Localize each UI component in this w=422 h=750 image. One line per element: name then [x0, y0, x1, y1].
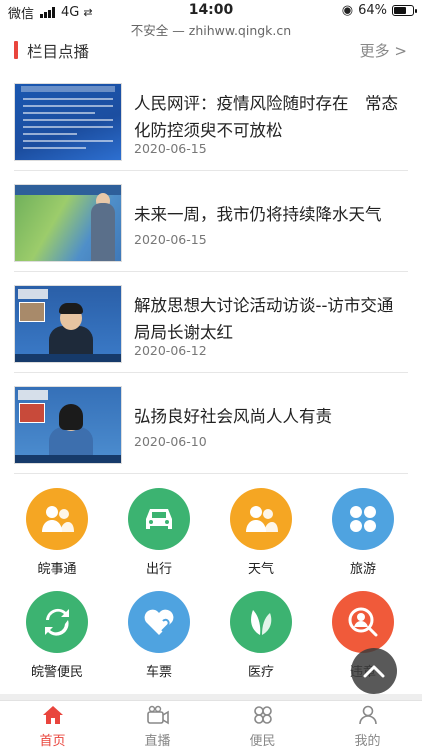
search-person-icon	[332, 591, 394, 653]
news-date: 2020-06-15	[134, 232, 207, 247]
people-icon	[26, 488, 88, 550]
url-bar[interactable]: 不安全 — zhihww.qingk.cn	[0, 20, 422, 40]
section-title: 栏目点播	[27, 43, 90, 61]
service-label: 出行	[145, 562, 172, 577]
news-thumbnail	[14, 285, 122, 363]
tab-label: 首页	[39, 734, 66, 749]
news-thumbnail	[14, 83, 122, 161]
clover-icon	[332, 488, 394, 550]
people-icon	[230, 488, 292, 550]
service-label: 天气	[247, 562, 274, 577]
status-right: ◉ 64%	[341, 3, 417, 18]
service-police[interactable]: 皖警便民	[7, 591, 107, 680]
user-icon	[358, 705, 377, 725]
news-item[interactable]: 弘扬良好社会风尚人人有责 2020-06-10	[14, 373, 408, 474]
tab-services[interactable]: 便民	[210, 705, 315, 749]
tab-home[interactable]: 首页	[0, 705, 105, 749]
news-date: 2020-06-10	[134, 434, 207, 449]
service-weather[interactable]: 天气	[211, 488, 311, 577]
refresh-icon	[26, 591, 88, 653]
video-icon	[146, 705, 169, 725]
security-label: 不安全	[130, 23, 169, 38]
news-item[interactable]: 未来一周，我市仍将持续降水天气 2020-06-15	[14, 171, 408, 272]
url-separator: —	[172, 23, 185, 38]
news-title: 人民网评：疫情风险随时存在 常态化防控须臾不可放松	[134, 94, 398, 140]
tab-bar: 首页 直播 便民 我的	[0, 700, 422, 750]
tab-live[interactable]: 直播	[105, 705, 210, 749]
home-icon	[42, 706, 63, 724]
news-item[interactable]: 人民网评：疫情风险随时存在 常态化防控须臾不可放松 2020-06-15	[14, 70, 408, 171]
news-title: 未来一周，我市仍将持续降水天气	[134, 205, 382, 224]
service-label: 医疗	[247, 665, 274, 680]
news-date: 2020-06-15	[134, 141, 207, 156]
service-medical[interactable]: 医疗	[211, 591, 311, 680]
news-thumbnail	[14, 386, 122, 464]
service-tourism[interactable]: 旅游	[313, 488, 413, 577]
service-wanshitong[interactable]: 皖事通	[7, 488, 107, 577]
leaf-icon	[230, 591, 292, 653]
service-label: 皖事通	[37, 562, 77, 577]
battery-icon	[392, 5, 417, 16]
news-date: 2020-06-12	[134, 343, 207, 358]
news-item[interactable]: 解放思想大讨论活动访谈--访市交通局局长谢太红 2020-06-12	[14, 272, 408, 373]
scroll-top-button[interactable]	[351, 648, 397, 694]
battery-percent: 64%	[358, 3, 387, 18]
tab-label: 直播	[144, 734, 171, 749]
status-bar: 微信 4G ⇄ 14:00 ◉ 64%	[0, 0, 422, 22]
tab-label: 我的	[354, 734, 381, 749]
news-title: 弘扬良好社会风尚人人有责	[134, 407, 332, 426]
url-domain: zhihww.qingk.cn	[188, 23, 292, 38]
service-tickets[interactable]: 车票	[109, 591, 209, 680]
news-title: 解放思想大讨论活动访谈--访市交通局局长谢太红	[134, 296, 394, 342]
tab-profile[interactable]: 我的	[315, 705, 420, 749]
orientation-lock-icon: ◉	[341, 3, 354, 18]
section-header: 栏目点播 更多 >	[0, 40, 422, 62]
service-travel[interactable]: 出行	[109, 488, 209, 577]
car-icon	[128, 488, 190, 550]
service-label: 皖警便民	[30, 665, 83, 680]
heart-icon	[128, 591, 190, 653]
tab-label: 便民	[249, 734, 276, 749]
grid-icon	[253, 706, 272, 724]
service-label: 车票	[145, 665, 172, 680]
service-label: 旅游	[349, 562, 376, 577]
news-thumbnail	[14, 184, 122, 262]
more-link[interactable]: 更多 >	[360, 40, 407, 61]
chevron-up-icon	[363, 665, 385, 678]
section-accent-bar	[14, 41, 18, 59]
